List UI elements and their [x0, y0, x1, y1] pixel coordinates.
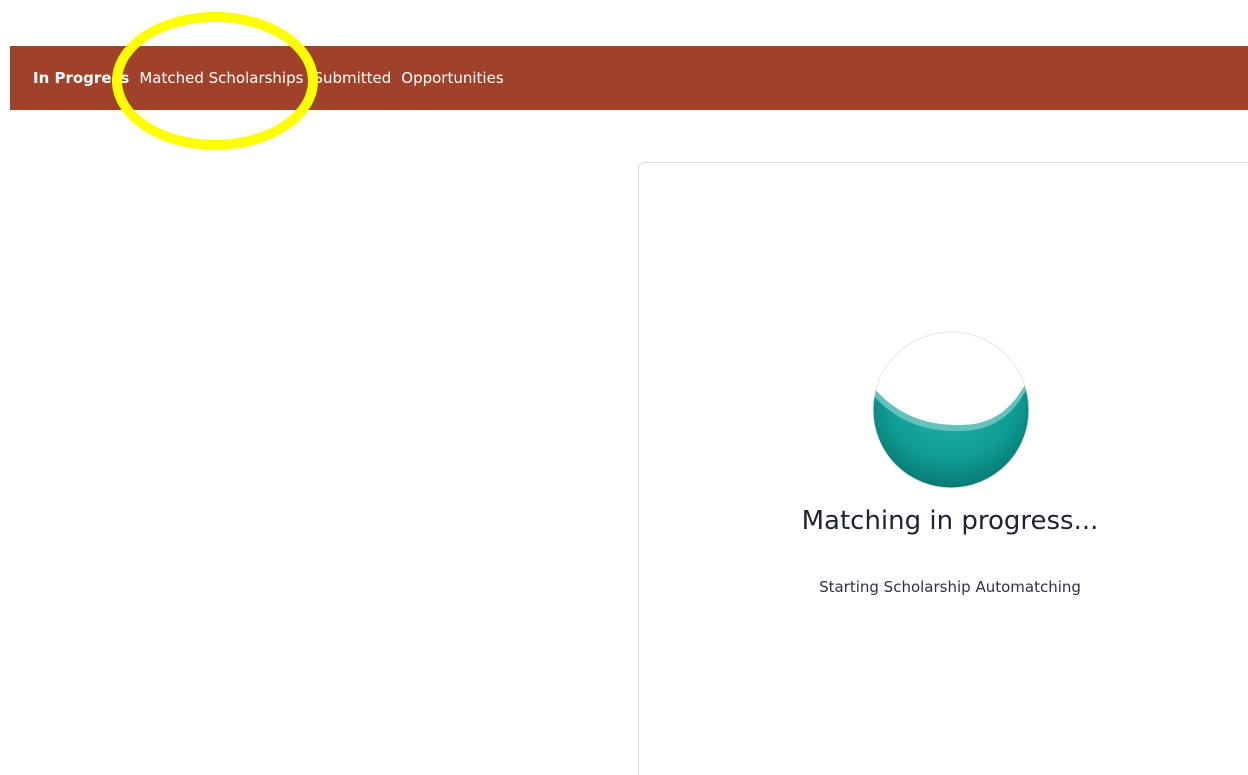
matching-status-text: Starting Scholarship Automatching — [819, 578, 1081, 596]
tab-submitted[interactable]: Submitted — [313, 46, 391, 110]
app-window: In Progress Matched Scholarships Submitt… — [0, 0, 1248, 775]
tab-in-progress[interactable]: In Progress — [33, 46, 129, 110]
loading-orb-icon — [872, 331, 1030, 489]
tab-matched-scholarships[interactable]: Matched Scholarships — [139, 46, 303, 110]
matching-status-card: Matching in progress... Starting Scholar… — [638, 162, 1248, 775]
matching-title: Matching in progress... — [801, 506, 1099, 536]
tab-opportunities[interactable]: Opportunities — [401, 46, 503, 110]
top-navigation-bar: In Progress Matched Scholarships Submitt… — [10, 46, 1248, 110]
